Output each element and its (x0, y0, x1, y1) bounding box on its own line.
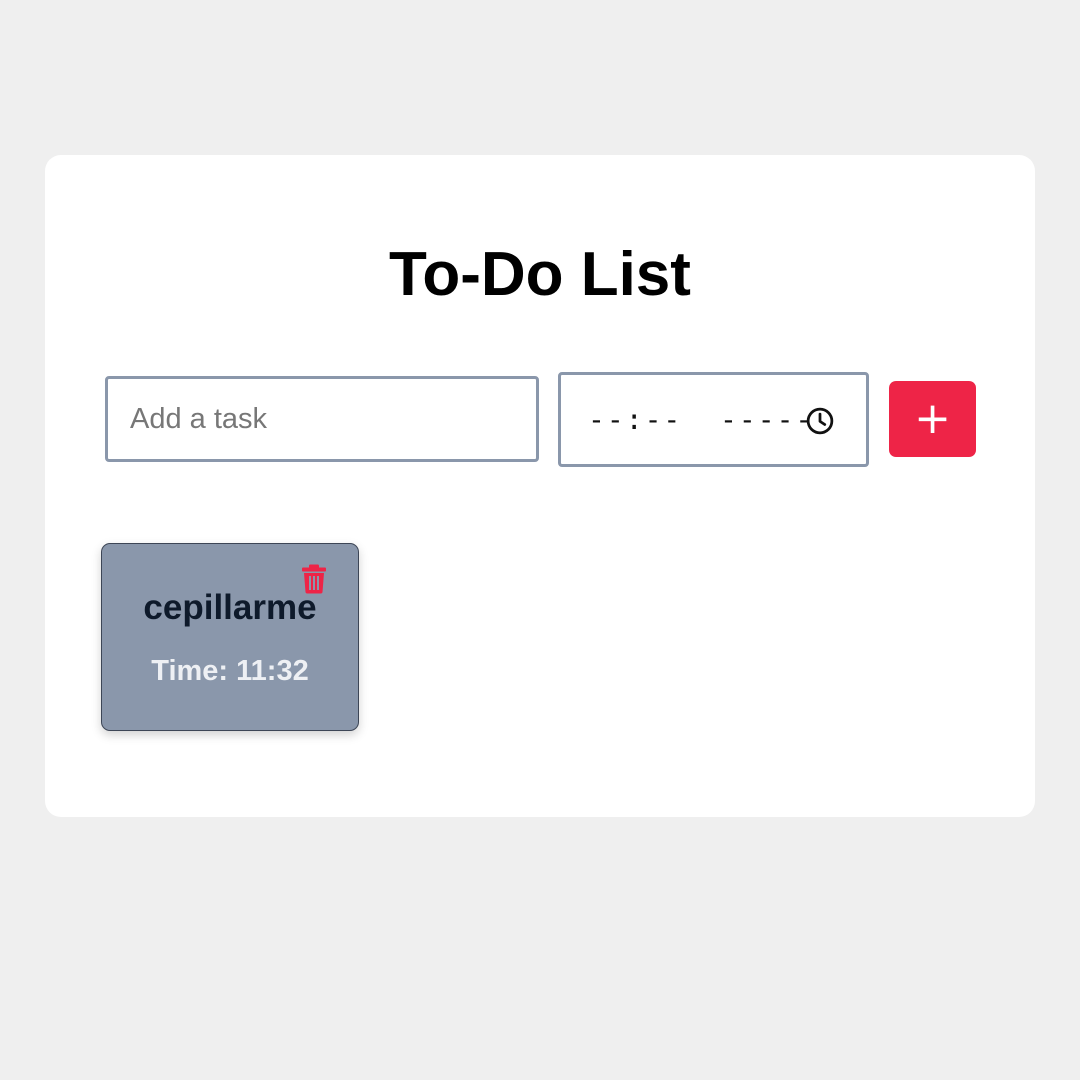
page-title: To-Do List (389, 240, 691, 309)
task-time: Time: 11:32 (151, 655, 309, 687)
time-input-value: --:-- ----- (588, 403, 815, 436)
task-name: cepillarme (143, 588, 317, 627)
task-card: cepillarme Time: 11:32 (101, 543, 359, 731)
clock-icon[interactable] (805, 406, 835, 436)
time-input[interactable]: --:-- ----- (558, 372, 869, 467)
task-input[interactable] (105, 376, 539, 462)
add-task-button[interactable]: + (889, 381, 976, 457)
